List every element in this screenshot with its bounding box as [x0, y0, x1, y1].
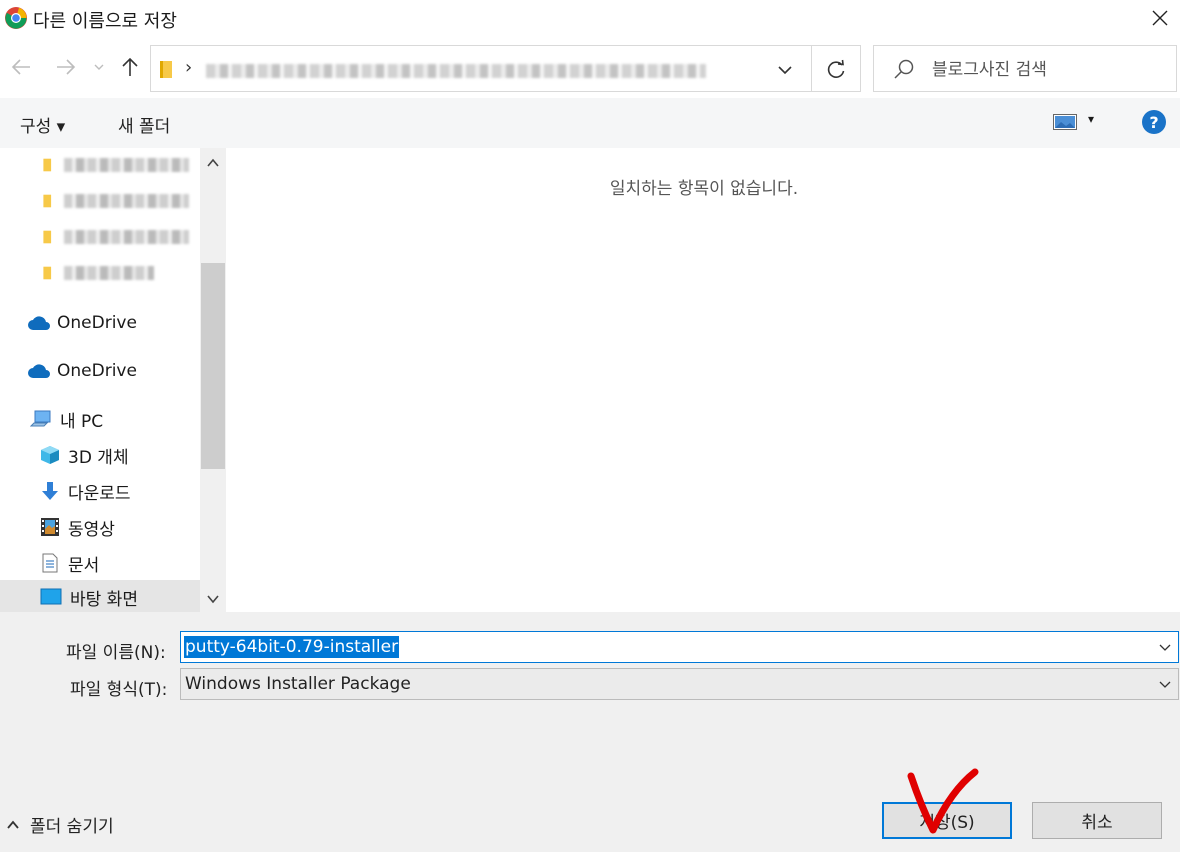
window-title: 다른 이름으로 저장	[33, 11, 177, 32]
chevron-down-icon	[1159, 681, 1171, 688]
onedrive-icon	[28, 364, 50, 378]
sidebar-item-label: 내 PC	[60, 411, 104, 432]
sidebar-item-label: 동영상	[68, 519, 115, 540]
address-bar[interactable]: ›	[150, 45, 861, 92]
sidebar-item-folder-1[interactable]	[0, 148, 200, 182]
sidebar-item-label: 3D 개체	[68, 447, 129, 468]
folder-icon	[160, 61, 172, 78]
chevron-down-icon	[207, 595, 219, 604]
search-icon	[894, 59, 914, 79]
recent-locations-button[interactable]	[88, 54, 110, 80]
address-dropdown-button[interactable]	[775, 60, 795, 80]
arrow-right-icon	[57, 59, 76, 75]
filename-input[interactable]: putty-64bit-0.79-installer	[184, 636, 400, 658]
navigation-scrollbar[interactable]	[200, 148, 226, 612]
breadcrumb-separator: ›	[185, 57, 193, 78]
folder-icon	[43, 230, 52, 244]
empty-message: 일치하는 항목이 없습니다.	[609, 179, 799, 199]
folder-name-redacted	[64, 194, 189, 208]
chevron-up-icon	[207, 158, 219, 167]
command-toolbar: 구성 ▾ 새 폴더 ▾ ?	[0, 98, 1180, 148]
folder-icon	[43, 158, 52, 172]
view-options-icon[interactable]	[1053, 114, 1077, 130]
hide-folders-button[interactable]: 폴더 숨기기	[4, 812, 114, 837]
sidebar-item-label: 다운로드	[68, 483, 131, 504]
back-button[interactable]	[8, 54, 34, 80]
folder-name-redacted	[64, 230, 189, 244]
folder-icon	[43, 266, 52, 280]
filetype-value: Windows Installer Package	[185, 674, 411, 694]
close-icon	[1152, 10, 1168, 26]
filename-dropdown-button[interactable]	[1156, 638, 1174, 656]
new-folder-button[interactable]: 새 폴더	[118, 112, 170, 137]
sidebar-item-folder-3[interactable]	[0, 220, 200, 254]
sidebar-item-videos[interactable]: 동영상	[0, 510, 200, 544]
video-icon	[41, 518, 59, 536]
hide-folders-label: 폴더 숨기기	[30, 817, 114, 837]
onedrive-icon	[28, 316, 50, 330]
close-button[interactable]	[1144, 2, 1176, 34]
view-dropdown-button[interactable]: ▾	[1088, 112, 1094, 126]
chrome-icon	[5, 7, 27, 29]
sidebar-item-desktop[interactable]: 바탕 화면	[0, 580, 200, 614]
pc-icon	[30, 410, 51, 427]
scroll-up-button[interactable]	[204, 154, 222, 172]
3d-objects-icon	[41, 446, 59, 464]
forward-button[interactable]	[53, 54, 79, 80]
desktop-icon	[40, 588, 62, 605]
sidebar-item-onedrive-1[interactable]: OneDrive	[0, 306, 200, 340]
scroll-down-button[interactable]	[204, 590, 222, 608]
filename-label: 파일 이름(N):	[66, 643, 166, 663]
chevron-up-icon	[7, 820, 19, 829]
organize-menu-button[interactable]: 구성 ▾	[20, 112, 65, 137]
chevron-down-icon	[1159, 644, 1171, 651]
sidebar-item-downloads[interactable]: 다운로드	[0, 474, 200, 508]
sidebar-item-label: OneDrive	[57, 313, 137, 333]
download-icon	[42, 482, 58, 500]
arrow-up-icon	[122, 57, 138, 76]
sidebar-item-label: 바탕 화면	[70, 589, 138, 610]
save-form: 파일 이름(N): putty-64bit-0.79-installer 파일 …	[0, 612, 1180, 852]
sidebar-item-3d-objects[interactable]: 3D 개체	[0, 438, 200, 472]
sidebar-item-folder-4[interactable]	[0, 256, 200, 290]
scroll-thumb[interactable]	[201, 263, 225, 469]
file-list-area[interactable]: 일치하는 항목이 없습니다.	[228, 148, 1180, 612]
navigation-pane: OneDrive OneDrive 내 PC 3D 개체 다운로드 동영상 문서…	[0, 148, 228, 614]
filetype-label: 파일 형식(T):	[70, 680, 168, 700]
folder-name-redacted	[64, 266, 154, 280]
search-box[interactable]	[873, 45, 1177, 92]
filetype-select[interactable]: Windows Installer Package	[180, 668, 1179, 700]
refresh-button[interactable]	[824, 58, 848, 82]
navigation-row: ›	[0, 40, 1180, 96]
sidebar-item-folder-2[interactable]	[0, 184, 200, 218]
sidebar-item-label: 문서	[68, 555, 100, 576]
sidebar-item-this-pc[interactable]: 내 PC	[0, 402, 200, 436]
breadcrumb-path-redacted	[206, 64, 706, 78]
chevron-down-icon	[778, 66, 792, 75]
folder-name-redacted	[64, 158, 189, 172]
sidebar-item-onedrive-2[interactable]: OneDrive	[0, 354, 200, 388]
divider	[811, 46, 812, 91]
sidebar-item-documents[interactable]: 문서	[0, 546, 200, 580]
title-bar: 다른 이름으로 저장	[0, 0, 1180, 36]
up-button[interactable]	[117, 54, 143, 80]
cancel-button[interactable]: 취소	[1032, 802, 1162, 839]
document-icon	[42, 553, 58, 573]
filetype-dropdown-button[interactable]	[1156, 675, 1174, 693]
refresh-icon	[827, 59, 845, 78]
arrow-left-icon	[11, 59, 30, 75]
help-button[interactable]: ?	[1142, 110, 1166, 134]
sidebar-item-label: OneDrive	[57, 361, 137, 381]
folder-icon	[43, 194, 52, 208]
save-button[interactable]: 저장(S)	[882, 802, 1012, 839]
search-input[interactable]	[932, 58, 1162, 82]
chevron-down-icon	[94, 64, 104, 70]
filename-field[interactable]: putty-64bit-0.79-installer	[180, 631, 1179, 663]
